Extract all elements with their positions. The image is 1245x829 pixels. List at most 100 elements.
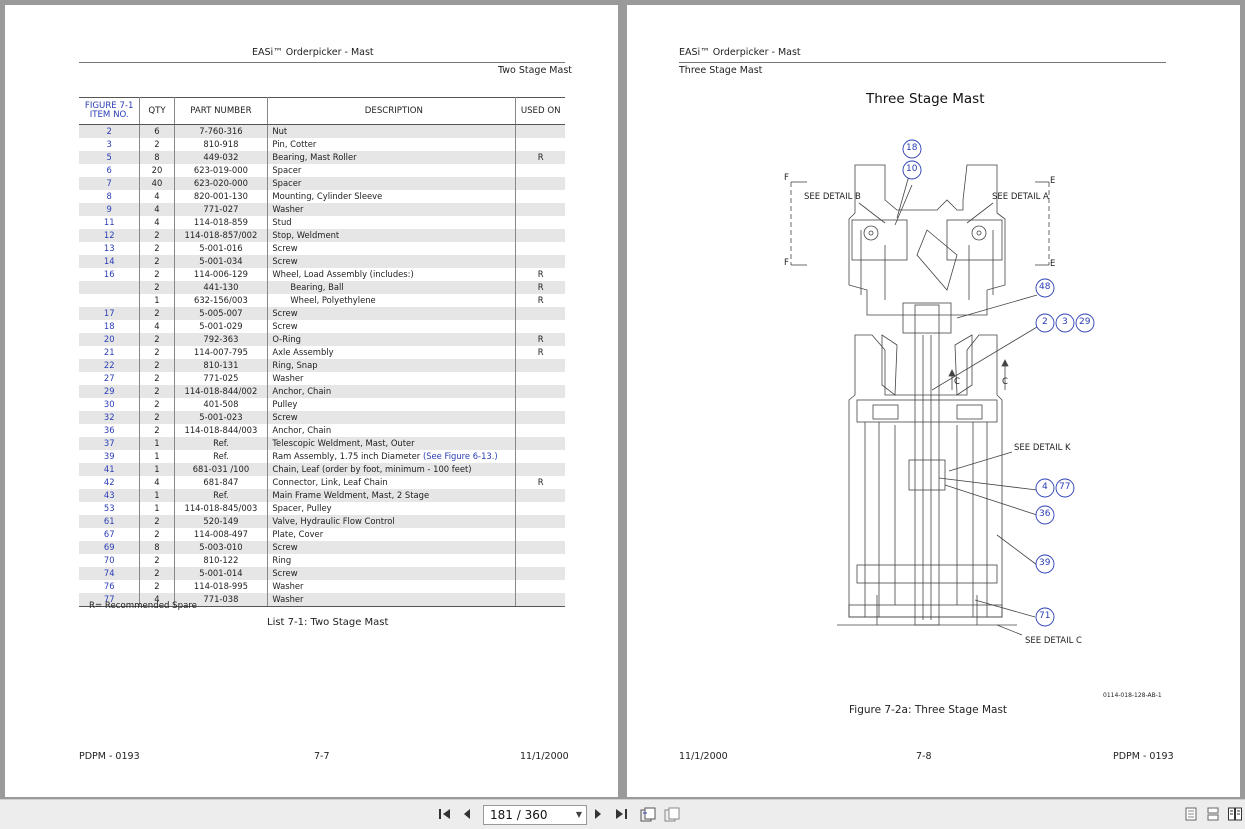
first-page-button[interactable] — [438, 807, 452, 824]
used-on-cell — [516, 450, 565, 463]
table-row: 8 4 820-001-130 Mounting, Cylinder Sleeve — [79, 190, 565, 203]
item-number-cell: 43 — [79, 489, 141, 502]
qty-cell: 6 — [139, 124, 175, 138]
part-number-cell: 114-008-497 — [174, 528, 269, 541]
part-number-cell: 820-001-130 — [174, 190, 269, 203]
table-row: 12 2 114-018-857/002 Stop, Weldment — [79, 229, 565, 242]
table-row: 42 4 681-847 Connector, Link, Leaf Chain R — [79, 476, 565, 489]
used-on-cell — [516, 554, 565, 567]
description-cell: Screw — [267, 411, 517, 424]
part-number-cell: Ref. — [174, 450, 269, 463]
description-cell: Screw — [267, 567, 517, 580]
table-row: 32 2 5-001-023 Screw — [79, 411, 565, 424]
callout-circles — [902, 139, 1095, 627]
used-on-cell — [516, 190, 565, 203]
description-cell: Nut — [267, 124, 517, 138]
item-number-cell: 61 — [79, 515, 141, 528]
table-row: 14 2 5-001-034 Screw — [79, 255, 565, 268]
facing-pages-icon — [1228, 807, 1242, 821]
table-row: 2 441-130 Bearing, Ball R — [79, 281, 565, 294]
item-number-cell: 37 — [79, 437, 141, 450]
continuous-page-icon — [1207, 807, 1219, 821]
callout-10: 10 — [906, 164, 918, 174]
description-cell: Plate, Cover — [267, 528, 517, 541]
table-row: 39 1 Ref. Ram Assembly, 1.75 inch Diameter … — [79, 450, 565, 463]
item-number-cell: 39 — [79, 450, 141, 463]
used-on-cell — [515, 124, 565, 138]
used-on-cell — [516, 580, 565, 593]
callout-4: 4 — [1042, 482, 1048, 492]
footer-date: 11/1/2000 — [520, 751, 569, 762]
footer-doc-id: PDPM - 0193 — [1113, 751, 1174, 762]
next-page-button[interactable] — [592, 807, 604, 824]
recommended-spare-note: R= Recommended Spare — [89, 601, 197, 611]
part-number-cell: 810-131 — [174, 359, 269, 372]
part-number-cell: 792-363 — [174, 333, 269, 346]
item-number-cell: 69 — [79, 541, 141, 554]
label-section-c-right: C — [1002, 377, 1008, 387]
used-on-cell — [515, 307, 565, 320]
figure-reference-link[interactable]: (See Figure 6-13.) — [423, 451, 498, 461]
next-page-icon — [595, 809, 601, 819]
item-number-cell: 14 — [79, 255, 141, 268]
qty-cell: 2 — [139, 424, 175, 437]
header-title: EASi™ Orderpicker - Mast — [252, 47, 374, 58]
table-row: 16 2 114-006-129 Wheel, Load Assembly (incl… — [79, 268, 565, 281]
used-on-cell — [516, 164, 565, 177]
parts-table: FIGURE 7-1 ITEM NO. QTY PART NUMBER DESCR… — [79, 97, 565, 607]
item-number-cell: 7 — [79, 177, 141, 190]
table-row: 29 2 114-018-844/002 Anchor, Chain — [79, 385, 565, 398]
viewer-toolbar: 181 / 360 ▼ — [0, 799, 1245, 829]
table-row: 43 1 Ref. Main Frame Weldment, Mast, 2 Stag… — [79, 489, 565, 502]
part-number-cell: 5-001-016 — [174, 242, 269, 255]
page-number-select[interactable]: 181 / 360 ▼ — [483, 805, 587, 825]
footer-page-number: 7-7 — [314, 751, 330, 762]
used-on-cell — [515, 593, 565, 607]
used-on-cell: R — [515, 151, 565, 164]
section-title: Two Stage Mast — [498, 65, 572, 76]
callout-71: 71 — [1039, 611, 1051, 621]
item-number-cell: 8 — [79, 190, 141, 203]
table-row: 21 2 114-007-795 Axle Assembly R — [79, 346, 565, 359]
qty-cell: 2 — [139, 372, 175, 385]
part-number-cell: 114-018-844/002 — [174, 385, 269, 398]
figure-caption: Figure 7-2a: Three Stage Mast — [849, 704, 1008, 716]
continuous-view-button[interactable] — [1207, 807, 1219, 824]
page-number-value: 181 / 360 — [490, 808, 548, 822]
table-row: 69 8 5-003-010 Screw — [79, 541, 565, 554]
part-number-cell: 441-130 — [174, 281, 269, 294]
go-forward-view-button[interactable] — [664, 807, 680, 826]
item-number-cell: 36 — [79, 424, 141, 437]
used-on-cell — [516, 216, 565, 229]
last-page-icon — [616, 809, 627, 819]
part-number-cell: 5-001-023 — [174, 411, 269, 424]
qty-cell: 20 — [139, 164, 175, 177]
description-cell: Connector, Link, Leaf Chain — [267, 476, 517, 489]
qty-cell: 1 — [139, 450, 175, 463]
previous-page-button[interactable] — [461, 807, 473, 824]
description-cell: Pin, Cotter — [267, 138, 517, 151]
part-number-cell: 5-001-014 — [174, 567, 269, 580]
used-on-cell — [515, 385, 565, 398]
description-cell: Stud — [267, 216, 517, 229]
used-on-cell — [515, 567, 565, 580]
table-row: 22 2 810-131 Ring, Snap — [79, 359, 565, 372]
used-on-cell: R — [537, 295, 544, 305]
item-number-cell: 42 — [79, 476, 141, 489]
item-number-cell: 74 — [79, 567, 141, 580]
single-page-view-button[interactable] — [1185, 807, 1197, 824]
item-number-cell: 9 — [79, 203, 141, 216]
go-back-view-button[interactable] — [640, 807, 656, 826]
table-row: 70 2 810-122 Ring — [79, 554, 565, 567]
item-number-cell: 53 — [79, 502, 141, 515]
used-on-cell — [516, 398, 565, 411]
description-cell: Telescopic Weldment, Mast, Outer — [267, 437, 517, 450]
item-number-cell: 13 — [79, 242, 141, 255]
label-see-detail-c: SEE DETAIL C — [1025, 636, 1082, 646]
last-page-button[interactable] — [614, 807, 628, 824]
footer-date: 11/1/2000 — [679, 751, 728, 762]
label-see-detail-k: SEE DETAIL K — [1014, 443, 1071, 453]
qty-cell: 4 — [139, 216, 175, 229]
description-cell: Ram Assembly, 1.75 inch Diameter (See Fi… — [267, 450, 517, 463]
facing-pages-view-button[interactable] — [1228, 807, 1242, 824]
